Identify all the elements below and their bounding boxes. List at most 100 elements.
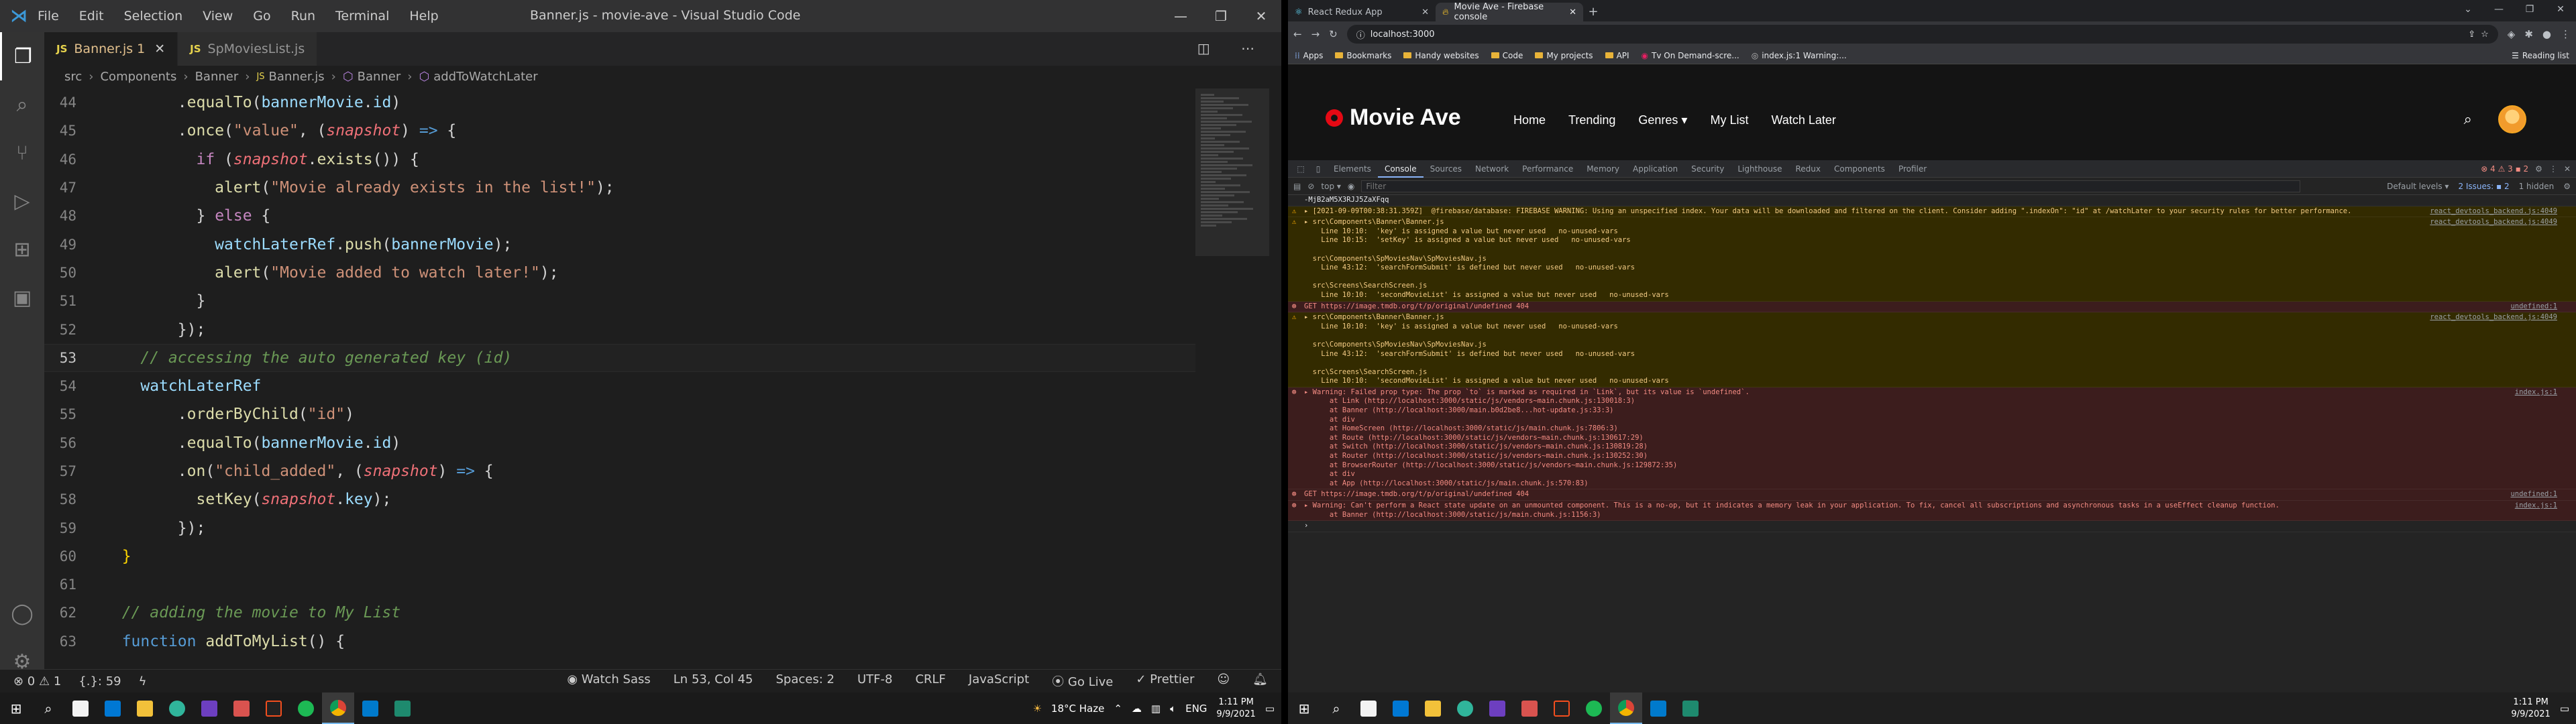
devtools-tab-console[interactable]: Console — [1377, 160, 1424, 178]
devtools-tab-components[interactable]: Components — [1827, 160, 1892, 178]
minimize-icon[interactable]: — — [2483, 0, 2514, 19]
console-source-link[interactable]: react_devtools_backend.js:4049 — [2430, 313, 2557, 322]
split-editor-icon[interactable]: ◫ — [1197, 40, 1224, 56]
code-line[interactable]: 47 alert("Movie already exists in the li… — [44, 174, 1195, 202]
menu-item-run[interactable]: Run — [291, 9, 315, 23]
problems-indicator[interactable]: ⊗ 0 ⚠ 1 — [13, 674, 61, 688]
devtools-tab-network[interactable]: Network — [1468, 160, 1515, 178]
clock[interactable]: 1:11 PM 9/9/2021 — [2511, 697, 2550, 721]
context-selector[interactable]: top ▾ — [1321, 182, 1341, 191]
tray-up-arrow-icon[interactable]: ⌃ — [1114, 703, 1122, 715]
keyboard-lang[interactable]: ENG — [1185, 703, 1207, 715]
breadcrumb-item[interactable]: Banner — [358, 70, 401, 84]
go-live-button[interactable]: ⦿ Go Live — [1052, 672, 1113, 690]
prettier-button[interactable]: ✓ Prettier — [1136, 672, 1194, 690]
devtools-tab-performance[interactable]: Performance — [1515, 160, 1580, 178]
minimap[interactable] — [1195, 88, 1269, 672]
search-icon[interactable]: ⌕ — [2464, 111, 2472, 128]
code-line[interactable]: 62 // adding the movie to My List — [44, 599, 1195, 627]
devtools-tab-security[interactable]: Security — [1684, 160, 1731, 178]
user-avatar[interactable] — [2498, 105, 2526, 133]
lightning-icon[interactable]: ϟ — [139, 674, 147, 688]
code-line[interactable]: 55 .orderByChild("id") — [44, 400, 1195, 428]
devtools-tab-redux[interactable]: Redux — [1789, 160, 1828, 178]
close-tab-icon[interactable]: ✕ — [1569, 7, 1576, 17]
console-source-link[interactable]: undefined:1 — [2510, 302, 2557, 312]
tab-banner-js[interactable]: JS Banner.js 1 ✕ — [44, 32, 178, 66]
menu-item-terminal[interactable]: Terminal — [335, 9, 389, 23]
chrome-icon[interactable] — [1610, 692, 1642, 724]
close-tab-icon[interactable]: ✕ — [154, 42, 165, 56]
weather-icon[interactable]: ☀ — [1032, 703, 1041, 715]
menu-item-go[interactable]: Go — [253, 9, 270, 23]
devtools-settings-gear-icon[interactable]: ⚙ — [2535, 164, 2542, 174]
devtools-tab-profiler[interactable]: Profiler — [1892, 160, 1933, 178]
vscode-taskbar-icon[interactable] — [354, 692, 386, 724]
search-icon[interactable]: ⌕ — [0, 80, 44, 129]
console-error[interactable]: ⊗ GET https://image.tmdb.org/t/p/original… — [1288, 489, 2576, 501]
chrome-icon[interactable] — [322, 692, 354, 724]
feedback-icon[interactable]: ☺ — [1217, 672, 1230, 690]
notifications-bell-icon[interactable]: 🔔︎ — [1252, 672, 1268, 690]
code-line[interactable]: 44 .equalTo(bannerMovie.id) — [44, 88, 1195, 117]
devtools-tab-sources[interactable]: Sources — [1424, 160, 1468, 178]
back-arrow-icon[interactable]: ← — [1293, 28, 1302, 40]
breadcrumb-item[interactable]: src — [64, 70, 82, 84]
code-line[interactable]: 46 if (snapshot.exists()) { — [44, 145, 1195, 174]
cursor-info[interactable]: {.}: 59 — [78, 674, 121, 688]
code-line[interactable]: 53 // accessing the auto generated key (… — [44, 343, 1195, 372]
vscode-taskbar-icon[interactable] — [1642, 692, 1674, 724]
encoding[interactable]: UTF-8 — [857, 672, 892, 690]
code-line[interactable]: 54 watchLaterRef — [44, 372, 1195, 400]
chrome-menu-icon[interactable]: ⋮ — [2561, 28, 2571, 40]
issue-counts[interactable]: ⊗ 4 ⚠ 3 ▪ 2 — [2481, 164, 2528, 174]
console-log[interactable]: -MjB2aM5X3RJJ5ZaXFqq — [1288, 195, 2576, 206]
log-levels-dropdown[interactable]: Default levels ▾ — [2387, 182, 2449, 191]
code-line[interactable]: 63 function addToMyList() { — [44, 627, 1195, 656]
code-line[interactable]: 56 .equalTo(bannerMovie.id) — [44, 429, 1195, 457]
bookmark-folder[interactable]: Bookmarks — [1335, 51, 1391, 60]
console-error[interactable]: ⊗ ▸ Warning: Failed prop type: The prop `… — [1288, 387, 2576, 490]
clear-console-icon[interactable]: ⊘ — [1307, 182, 1314, 191]
media-app-icon[interactable] — [1513, 692, 1546, 724]
console-source-link[interactable]: index.js:1 — [2515, 501, 2557, 511]
figma-icon[interactable] — [258, 692, 290, 724]
extension-icon[interactable]: ◈ — [2508, 28, 2516, 40]
breadcrumb-item[interactable]: addToWatchLater — [433, 70, 537, 84]
microsoft-store-icon[interactable] — [64, 692, 97, 724]
console-warning[interactable]: ⚠ ▸ src\Components\Banner\Banner.js Line … — [1288, 312, 2576, 387]
bookmark-folder[interactable]: API — [1605, 51, 1629, 60]
nav-dropdown-genres[interactable]: Genres ▾ — [1638, 113, 1687, 127]
volume-icon[interactable]: 🔈︎ — [1170, 703, 1176, 715]
forward-arrow-icon[interactable]: → — [1311, 28, 1320, 40]
code-line[interactable]: 50 alert("Movie added to watch later!"); — [44, 259, 1195, 287]
menu-item-selection[interactable]: Selection — [124, 9, 183, 23]
movie-ave-logo[interactable]: Movie Ave — [1326, 105, 1461, 131]
console-source-link[interactable]: react_devtools_backend.js:4049 — [2430, 207, 2557, 217]
devtools-tab-lighthouse[interactable]: Lighthouse — [1731, 160, 1788, 178]
cursor-position[interactable]: Ln 53, Col 45 — [674, 672, 753, 690]
network-icon[interactable]: ▥ — [1151, 703, 1161, 715]
code-line[interactable]: 45 .once("value", (snapshot) => { — [44, 117, 1195, 145]
devtools-tab-memory[interactable]: Memory — [1580, 160, 1626, 178]
microsoft-store-icon[interactable] — [1352, 692, 1385, 724]
nav-link-home[interactable]: Home — [1513, 113, 1546, 127]
reading-list-button[interactable]: ☰ Reading list — [2512, 51, 2569, 60]
console-warning[interactable]: ⚠ ▸ src\Components\Banner\Banner.js Line … — [1288, 217, 2576, 302]
code-editor[interactable]: 44 .equalTo(bannerMovie.id) 45 .once("val… — [44, 88, 1195, 672]
console-source-link[interactable]: index.js:1 — [2515, 388, 2557, 398]
browser-tab-firebase[interactable]: 🔥︎ Movie Ave - Firebase console ✕ — [1436, 2, 1583, 22]
bookmark-apps[interactable]: ⁞⁞ Apps — [1295, 51, 1323, 60]
more-actions-icon[interactable]: ⋯ — [1241, 40, 1268, 56]
browser-tab-react-redux[interactable]: ⚛ React Redux App ✕ — [1288, 3, 1436, 21]
menu-item-help[interactable]: Help — [409, 9, 438, 23]
console-error[interactable]: ⊗ ▸ Warning: Can't perform a React state … — [1288, 501, 2576, 522]
tab-search-icon[interactable]: ⌄ — [2453, 0, 2483, 19]
code-line[interactable]: 61 — [44, 570, 1195, 599]
taskbar-search-icon[interactable]: ⌕ — [1320, 692, 1352, 724]
issues-button[interactable]: 2 Issues: ▪ 2 — [2458, 182, 2509, 191]
edge-icon[interactable] — [1449, 692, 1481, 724]
devtools-tab-elements[interactable]: Elements — [1327, 160, 1378, 178]
console-sidebar-icon[interactable]: ▤ — [1293, 182, 1301, 191]
bookmark-link[interactable]: ◉ Tv On Demand-scre... — [1642, 51, 1739, 60]
